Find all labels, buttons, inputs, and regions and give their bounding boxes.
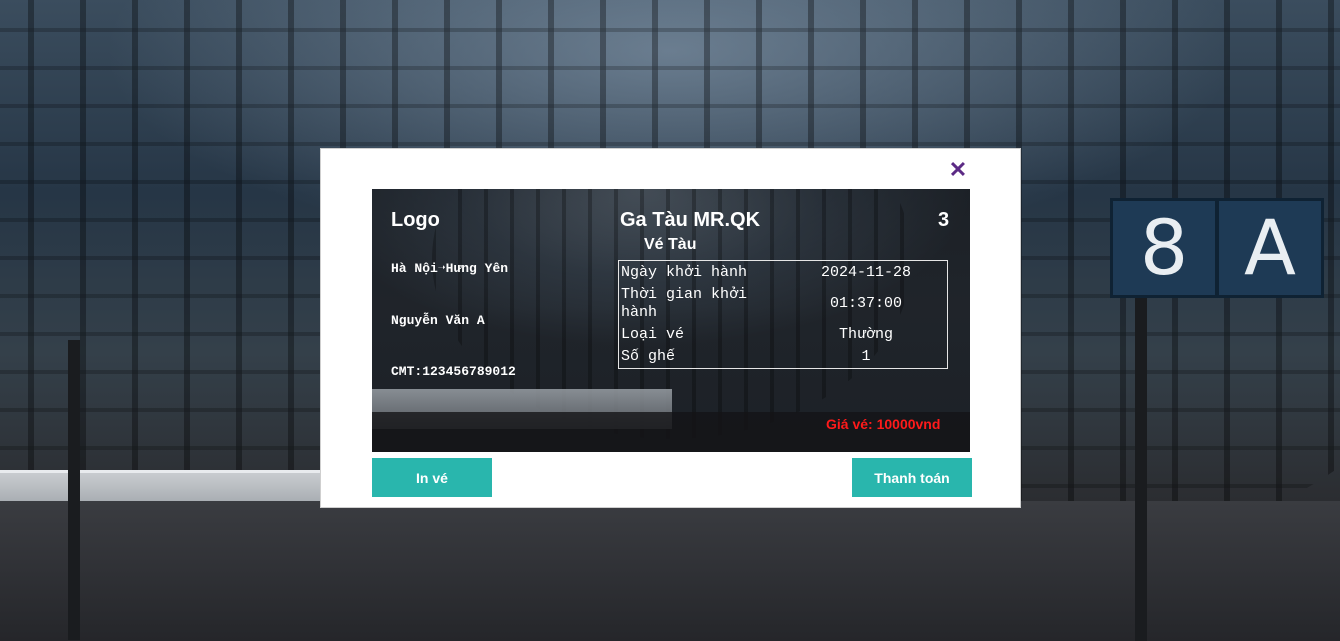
ticket-logo: Logo bbox=[391, 209, 440, 231]
detail-label: Ngày khởi hành bbox=[621, 264, 748, 281]
platform-sign-number: 8 bbox=[1110, 198, 1218, 298]
detail-label: Thời gian khởi hành bbox=[621, 286, 748, 321]
platform-sign-letter: A bbox=[1216, 198, 1324, 298]
detail-label: Loại vé bbox=[621, 326, 685, 343]
id-card-number: CMT:123456789012 bbox=[391, 364, 516, 379]
ticket-details-table: Ngày khởi hành 2024-11-28 Thời gian khởi… bbox=[618, 260, 948, 369]
detail-value: 2024-11-28 bbox=[820, 264, 911, 281]
ticket-card: Logo Ga Tàu MR.QK 3 Vé Tàu Hà Nội➝Hưng Y… bbox=[372, 189, 970, 452]
print-ticket-button[interactable]: In vé bbox=[372, 458, 492, 497]
detail-value: Thường bbox=[838, 326, 893, 343]
route: Hà Nội➝Hưng Yên bbox=[391, 261, 509, 276]
pillar bbox=[1135, 292, 1147, 641]
ticket-title: Vé Tàu bbox=[644, 236, 697, 253]
detail-value: 01:37:00 bbox=[829, 295, 902, 312]
passenger-name: Nguyễn Văn A bbox=[391, 313, 485, 328]
ticket-modal: ✕ Logo Ga Tàu MR.QK 3 Vé Tàu Hà Nội➝Hưng… bbox=[320, 148, 1021, 508]
close-icon[interactable]: ✕ bbox=[948, 158, 968, 182]
detail-value: 1 bbox=[861, 348, 871, 365]
station-name: Ga Tàu MR.QK bbox=[620, 209, 761, 231]
pay-button[interactable]: Thanh toán bbox=[852, 458, 972, 497]
detail-label: Số ghế bbox=[621, 348, 676, 365]
ticket-number: 3 bbox=[938, 209, 950, 231]
pillar bbox=[68, 340, 80, 640]
ticket-price: Giá vé: 10000vnd bbox=[826, 416, 941, 432]
